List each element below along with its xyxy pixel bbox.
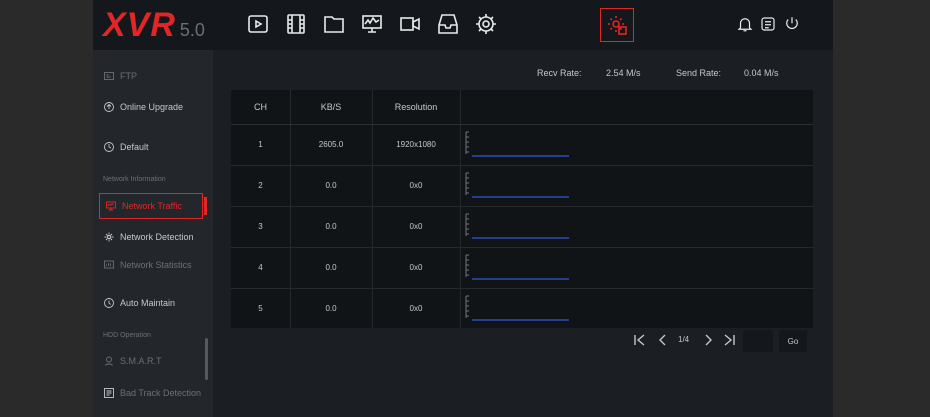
video-icon[interactable] <box>283 11 309 37</box>
sidebar-item-network-detection[interactable]: Network Detection <box>103 226 194 248</box>
sidebar-item-label: Network Traffic <box>122 201 182 211</box>
sidebar-item-label: S.M.A.R.T <box>120 356 162 366</box>
ftp-icon <box>104 72 114 80</box>
section-network-information: Network Information <box>103 176 166 183</box>
cell-resolution: 0x0 <box>409 222 423 231</box>
folder-icon[interactable] <box>321 11 347 37</box>
network-detection-icon <box>104 232 114 242</box>
traffic-graph <box>465 295 569 321</box>
logo: XVR 5.0 <box>103 6 205 44</box>
cell-ch: 3 <box>258 222 263 231</box>
settings-icon[interactable] <box>473 11 499 37</box>
column-header-ch: CH <box>254 102 267 112</box>
traffic-graph <box>465 213 569 239</box>
cell-kbs: 2605.0 <box>318 140 344 149</box>
sidebar-item-default[interactable]: Default <box>103 136 149 158</box>
bad-track-icon <box>104 388 114 398</box>
smart-icon <box>105 356 113 366</box>
sidebar-item-network-traffic[interactable]: Network Traffic <box>99 193 207 219</box>
record-icon[interactable] <box>759 15 777 33</box>
send-rate-label: Send Rate: <box>676 68 722 78</box>
cell-ch: 2 <box>258 181 263 190</box>
storage-icon[interactable] <box>435 11 461 37</box>
network-traffic-icon <box>106 201 116 211</box>
recv-rate-label: Recv Rate: <box>537 68 582 78</box>
cell-resolution: 0x0 <box>409 304 423 313</box>
sidebar: FTP Online Upgrade Default Network Infor… <box>93 50 213 417</box>
last-page-icon[interactable] <box>722 333 736 347</box>
table-row[interactable]: 3 0.0 0x0 <box>231 206 813 248</box>
page-number-input[interactable] <box>743 330 773 352</box>
send-rate-value: 0.04 M/s <box>744 68 779 78</box>
cell-ch: 5 <box>258 304 263 313</box>
section-hdd-operation: HDD Operation <box>103 332 151 339</box>
power-icon[interactable] <box>783 15 801 33</box>
logo-version: 5.0 <box>179 20 205 40</box>
cell-kbs: 0.0 <box>325 181 337 190</box>
traffic-graph <box>465 172 569 198</box>
cell-resolution: 1920x1080 <box>396 140 436 149</box>
table-header: CH KB/S Resolution <box>231 90 813 125</box>
playback-icon[interactable] <box>245 11 271 37</box>
sidebar-scrollbar[interactable] <box>205 338 208 380</box>
active-indicator <box>204 197 207 215</box>
sidebar-item-network-statistics[interactable]: Network Statistics <box>103 254 192 276</box>
sidebar-item-ftp[interactable]: FTP <box>103 65 137 87</box>
default-icon <box>104 142 114 152</box>
sidebar-item-bad-track-detection[interactable]: Bad Track Detection <box>103 382 201 404</box>
traffic-graph <box>465 131 569 157</box>
cell-kbs: 0.0 <box>325 263 337 272</box>
next-page-icon[interactable] <box>701 333 715 347</box>
sidebar-item-label: Default <box>120 142 149 152</box>
table-row[interactable]: 2 0.0 0x0 <box>231 165 813 207</box>
prev-page-icon[interactable] <box>656 333 670 347</box>
page-indicator: 1/4 <box>678 335 690 344</box>
table-row[interactable]: 4 0.0 0x0 <box>231 247 813 289</box>
sidebar-item-label: FTP <box>120 71 137 81</box>
logo-brand: XVR <box>103 6 176 44</box>
cell-kbs: 0.0 <box>325 304 337 313</box>
traffic-table: CH KB/S Resolution 1 2605.0 1920x1080 2 … <box>231 90 813 328</box>
monitor-icon[interactable] <box>359 11 385 37</box>
sidebar-item-auto-maintain[interactable]: Auto Maintain <box>103 292 175 314</box>
system-maintenance-icon[interactable] <box>600 8 634 42</box>
sidebar-item-label: Network Detection <box>120 232 194 242</box>
column-header-kbs: KB/S <box>320 102 342 112</box>
sidebar-item-label: Bad Track Detection <box>120 388 202 398</box>
cell-ch: 4 <box>258 263 263 272</box>
go-button[interactable]: Go <box>779 330 807 352</box>
sidebar-item-label: Network Statistics <box>120 260 192 270</box>
bell-icon[interactable] <box>736 15 754 33</box>
sidebar-item-online-upgrade[interactable]: Online Upgrade <box>103 96 183 118</box>
table-row[interactable]: 5 0.0 0x0 <box>231 288 813 329</box>
table-row[interactable]: 1 2605.0 1920x1080 <box>231 124 813 166</box>
cell-resolution: 0x0 <box>409 181 423 190</box>
camera-icon[interactable] <box>397 11 423 37</box>
cell-kbs: 0.0 <box>325 222 337 231</box>
column-header-resolution: Resolution <box>394 102 438 112</box>
top-bar: XVR 5.0 <box>93 0 833 50</box>
traffic-graph <box>465 254 569 280</box>
recv-rate-value: 2.54 M/s <box>606 68 641 78</box>
auto-maintain-icon <box>104 298 114 308</box>
upgrade-icon <box>104 102 114 112</box>
cell-ch: 1 <box>258 140 263 149</box>
cell-resolution: 0x0 <box>409 263 423 272</box>
sidebar-item-smart[interactable]: S.M.A.R.T <box>103 350 162 372</box>
sidebar-item-label: Auto Maintain <box>120 298 176 308</box>
first-page-icon[interactable] <box>633 333 647 347</box>
xvr-app: XVR 5.0 FTP Online Upgrade Default Netwo… <box>93 0 833 417</box>
sidebar-item-label: Online Upgrade <box>120 102 184 112</box>
network-statistics-icon <box>104 260 114 269</box>
